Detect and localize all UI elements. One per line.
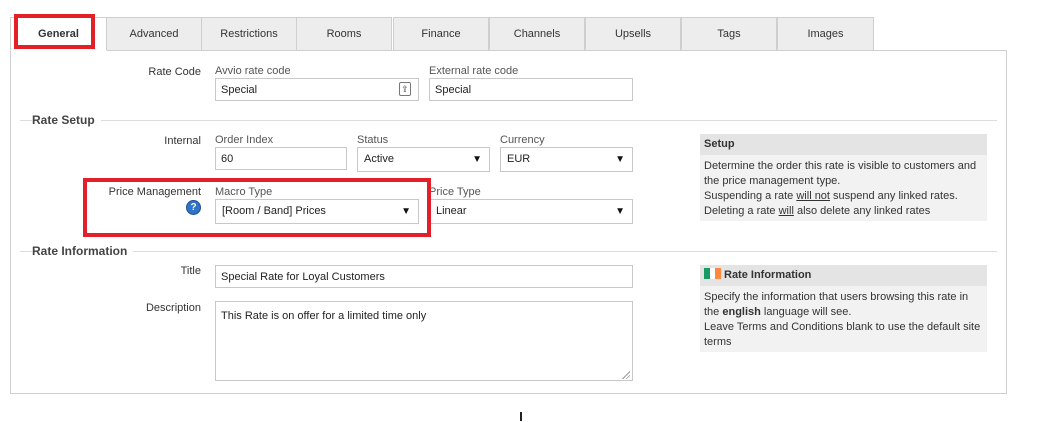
avvio-rate-code-label: Avvio rate code bbox=[215, 65, 291, 77]
description-label: Description bbox=[145, 302, 201, 314]
setup-info-box: Setup Determine the order this rate is v… bbox=[700, 134, 987, 221]
setup-info-line2: Suspending a rate will not suspend any l… bbox=[704, 189, 983, 204]
setup-info-title: Setup bbox=[700, 134, 987, 155]
text-cursor bbox=[520, 412, 522, 421]
setup-info-line3: Deleting a rate will also delete any lin… bbox=[704, 204, 983, 219]
rate-info-line2: Leave Terms and Conditions blank to use … bbox=[704, 321, 981, 348]
tab-general[interactable]: General bbox=[10, 17, 107, 51]
rate-information-info-body: Specify the information that users brows… bbox=[700, 286, 987, 354]
tab-restrictions[interactable]: Restrictions bbox=[201, 17, 297, 50]
setup-info-body: Determine the order this rate is visible… bbox=[700, 155, 987, 223]
title-label: Title bbox=[180, 265, 201, 277]
setup-info-line2-pre: Suspending a rate bbox=[704, 190, 797, 202]
setup-info-line1: Determine the order this rate is visible… bbox=[704, 160, 977, 187]
status-value: Active bbox=[364, 153, 394, 165]
price-type-value: Linear bbox=[436, 205, 467, 217]
rate-info-line1-post: language will see. bbox=[760, 306, 852, 318]
price-management-label: Price Management bbox=[108, 186, 201, 198]
setup-info-line3-post: also delete any linked rates bbox=[793, 205, 931, 217]
rate-information-info-box: Rate Information Specify the information… bbox=[700, 265, 987, 352]
title-input[interactable] bbox=[215, 265, 633, 288]
chevron-down-icon: ▼ bbox=[401, 206, 411, 217]
rate-setup-divider bbox=[20, 120, 997, 121]
setup-info-line2-emphasis: will not bbox=[796, 190, 830, 202]
external-rate-code-label: External rate code bbox=[429, 65, 519, 77]
currency-select[interactable]: EUR ▼ bbox=[500, 147, 633, 172]
rate-info-line1-language: english bbox=[722, 306, 761, 318]
avvio-rate-code-input[interactable] bbox=[215, 78, 419, 101]
status-label: Status bbox=[357, 134, 389, 146]
price-type-label: Price Type bbox=[429, 186, 481, 198]
tab-upsells[interactable]: Upsells bbox=[585, 17, 681, 50]
rate-information-title: Rate Information bbox=[32, 244, 134, 258]
rate-information-info-title: Rate Information bbox=[724, 269, 812, 281]
rate-info-line1: Specify the information that users brows… bbox=[704, 290, 983, 320]
rate-code-label: Rate Code bbox=[148, 66, 201, 78]
internal-label: Internal bbox=[164, 135, 201, 147]
macro-type-select[interactable]: [Room / Band] Prices ▼ bbox=[215, 199, 419, 224]
setup-info-line3-pre: Deleting a rate bbox=[704, 205, 779, 217]
tab-rooms[interactable]: Rooms bbox=[296, 17, 392, 50]
order-index-label: Order Index bbox=[215, 134, 274, 146]
rate-information-divider bbox=[20, 251, 997, 252]
chevron-down-icon: ▼ bbox=[472, 154, 482, 165]
upload-icon[interactable]: ⇪ bbox=[399, 82, 411, 96]
tab-advanced[interactable]: Advanced bbox=[106, 17, 202, 50]
currency-value: EUR bbox=[507, 153, 531, 165]
help-icon[interactable]: ? bbox=[186, 200, 201, 215]
rate-information-info-header: Rate Information bbox=[700, 265, 987, 286]
rate-setup-title: Rate Setup bbox=[32, 113, 101, 127]
status-select[interactable]: Active ▼ bbox=[357, 147, 490, 172]
setup-info-line2-post: suspend any linked rates. bbox=[829, 190, 958, 202]
chevron-down-icon: ▼ bbox=[615, 154, 625, 165]
price-type-select[interactable]: Linear ▼ bbox=[429, 199, 633, 224]
description-textarea[interactable]: This Rate is on offer for a limited time… bbox=[215, 301, 633, 381]
resize-handle-icon[interactable] bbox=[622, 371, 630, 379]
tab-tags[interactable]: Tags bbox=[681, 17, 777, 50]
macro-type-value: [Room / Band] Prices bbox=[222, 205, 326, 217]
tab-finance[interactable]: Finance bbox=[393, 17, 489, 50]
macro-type-label: Macro Type bbox=[215, 186, 273, 198]
tab-channels[interactable]: Channels bbox=[489, 17, 585, 50]
setup-info-line3-emphasis: will bbox=[778, 205, 794, 217]
ireland-flag-icon bbox=[704, 268, 722, 279]
chevron-down-icon: ▼ bbox=[615, 206, 625, 217]
currency-label: Currency bbox=[500, 134, 545, 146]
order-index-input[interactable] bbox=[215, 147, 347, 170]
tab-images[interactable]: Images bbox=[777, 17, 874, 50]
external-rate-code-input[interactable] bbox=[429, 78, 633, 101]
